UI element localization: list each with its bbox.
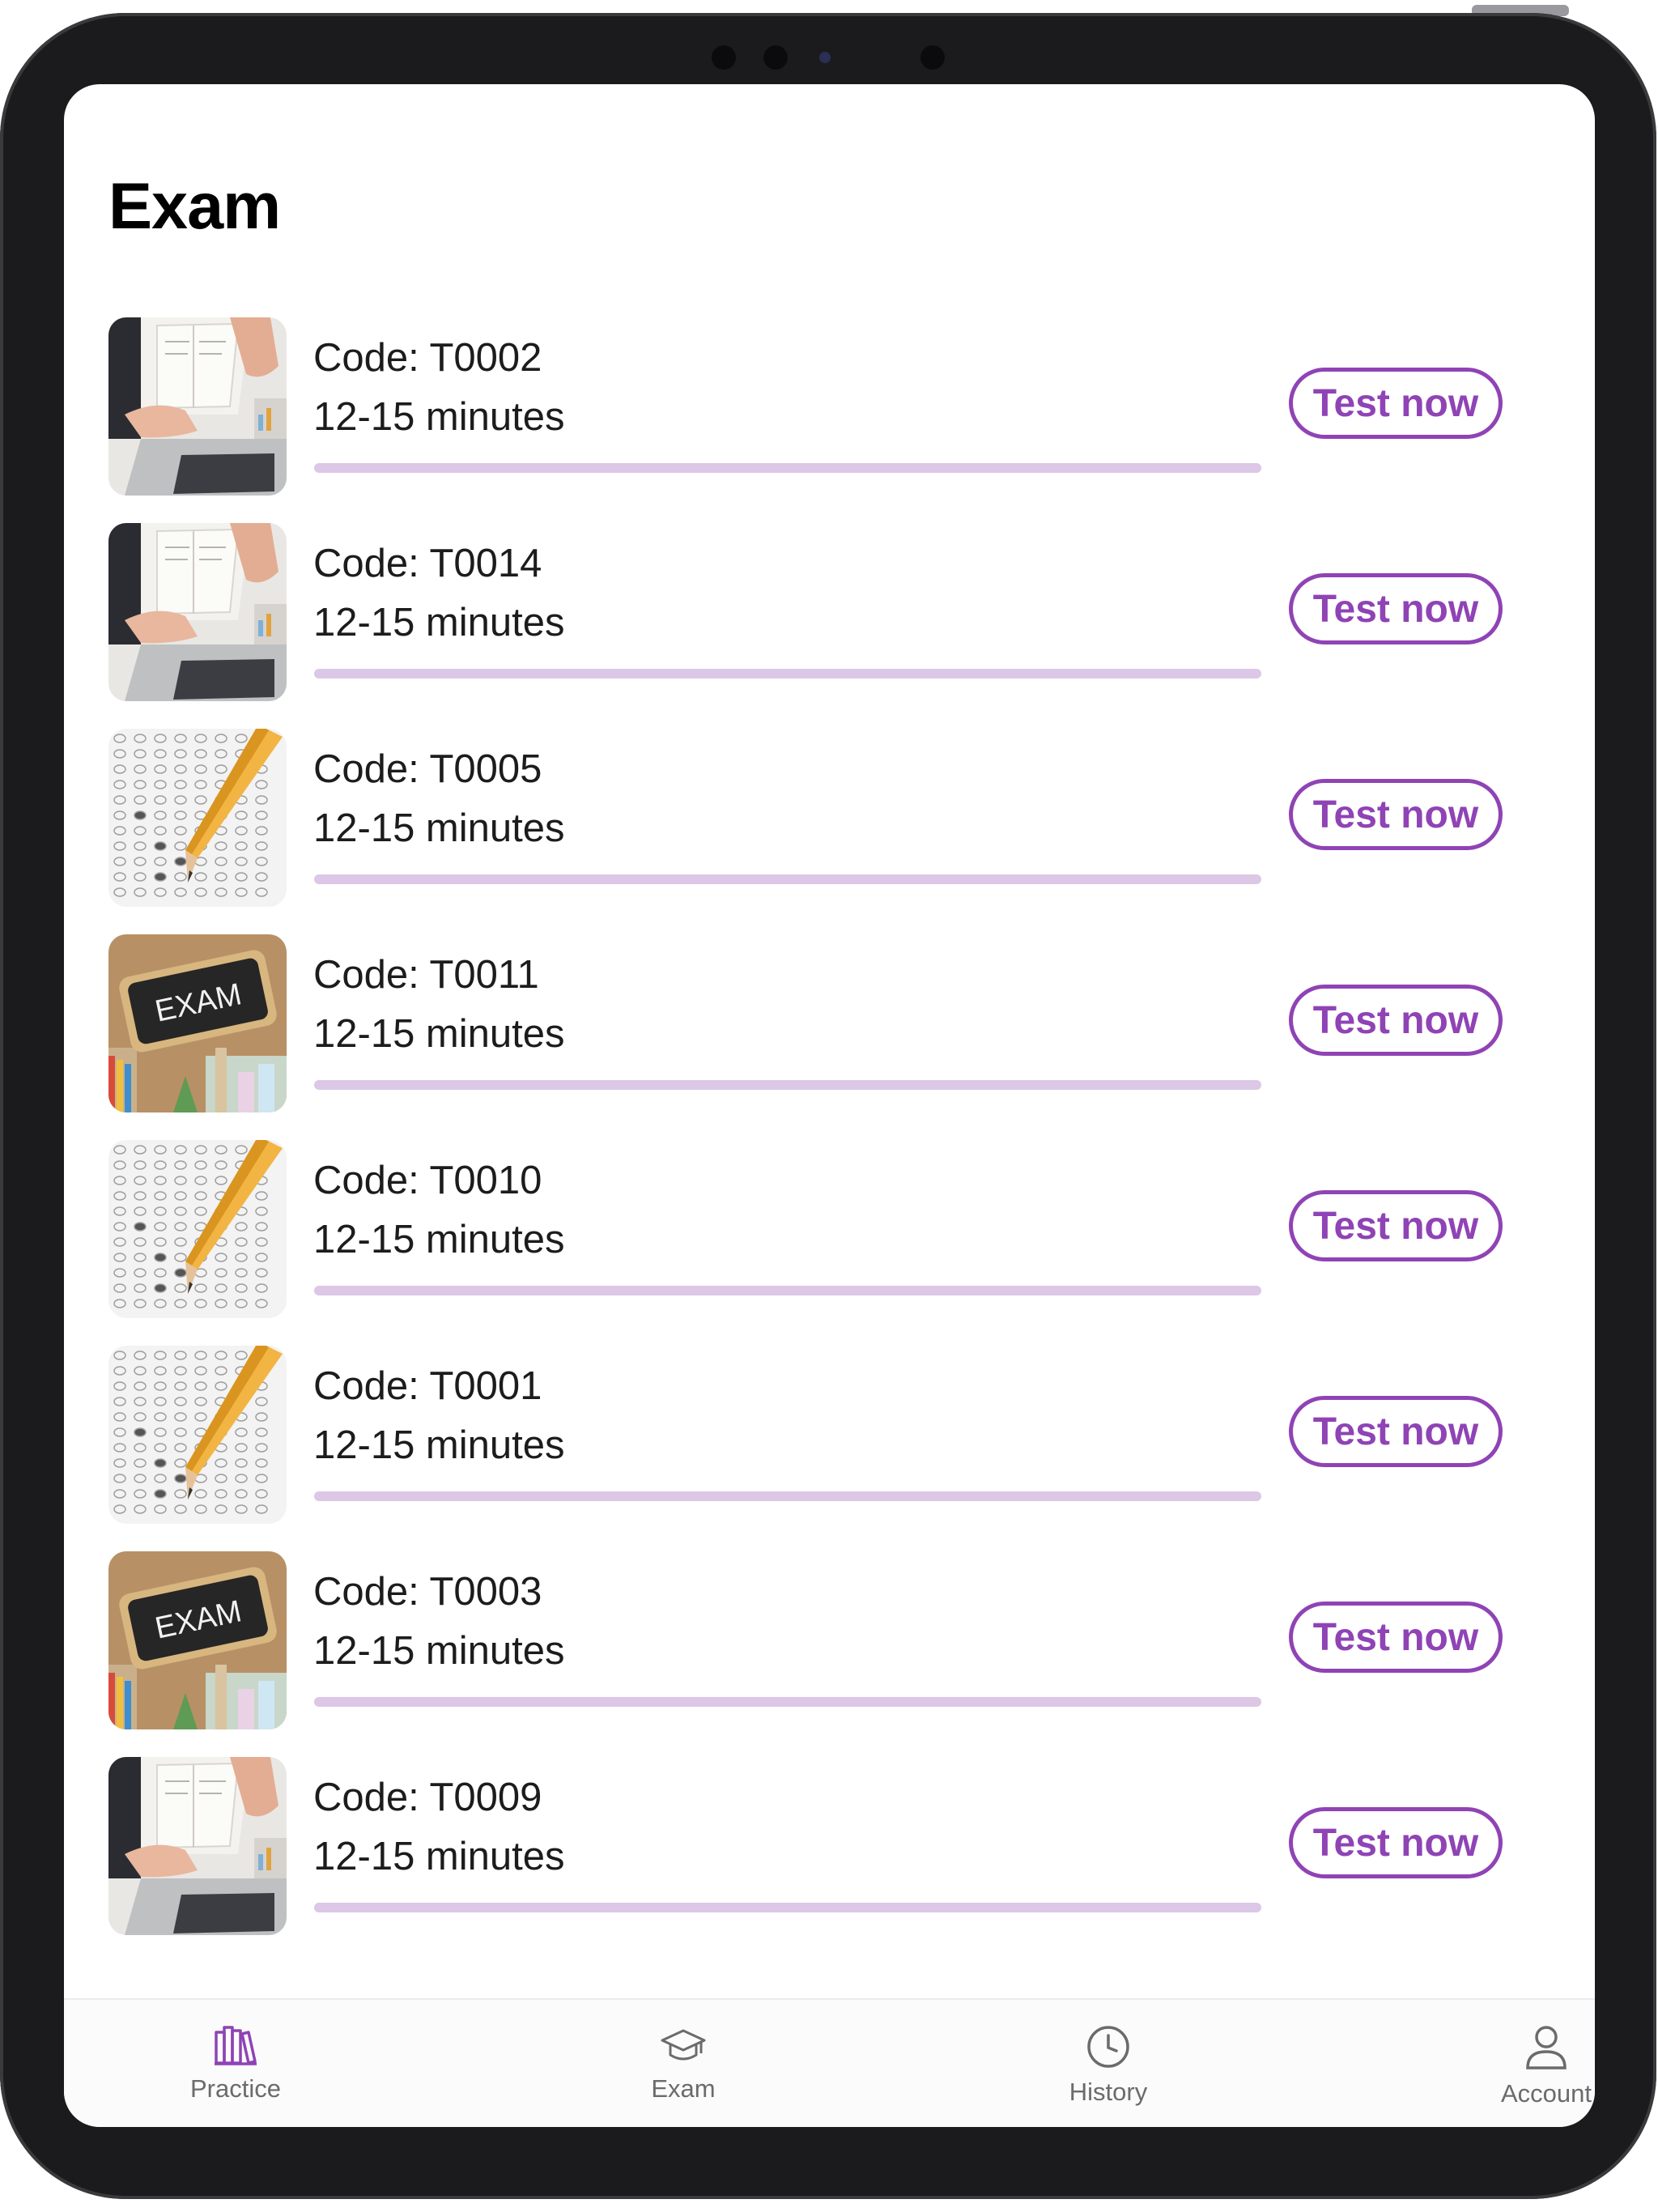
exam-progress-bar <box>314 874 1261 884</box>
exam-progress-bar <box>314 1491 1261 1501</box>
tab-label: Practice <box>190 2074 281 2103</box>
exam-duration: 12-15 minutes <box>313 1629 565 1673</box>
pencil-answer-sheet-photo <box>108 729 287 907</box>
test-now-button[interactable]: Test now <box>1289 1396 1503 1467</box>
person-icon <box>1526 2026 1567 2069</box>
exam-duration: 12-15 minutes <box>313 395 565 439</box>
exam-code: Code: T0009 <box>313 1776 542 1819</box>
camera-dot <box>763 45 788 70</box>
tab-label: History <box>1069 2078 1148 2106</box>
graduation-cap-icon <box>661 2029 706 2061</box>
exam-duration: 12-15 minutes <box>313 601 565 644</box>
exam-code: Code: T0002 <box>313 336 542 380</box>
exam-duration: 12-15 minutes <box>313 1012 565 1056</box>
test-now-button[interactable]: Test now <box>1289 573 1503 644</box>
tab-label: Account <box>1500 2079 1592 2108</box>
exam-progress-bar <box>314 1286 1261 1295</box>
exam-code: Code: T0001 <box>313 1364 542 1408</box>
tab-label: Exam <box>651 2074 716 2103</box>
camera-dot <box>920 45 945 70</box>
books-icon <box>215 2026 257 2065</box>
page-title: Exam <box>108 170 281 243</box>
pencil-answer-sheet-photo <box>108 1140 287 1318</box>
exam-chalkboard-sign-photo: EXAM <box>108 934 287 1112</box>
test-now-button[interactable]: Test now <box>1289 985 1503 1056</box>
exam-chalkboard-sign-photo: EXAM <box>108 1551 287 1729</box>
test-now-button[interactable]: Test now <box>1289 779 1503 850</box>
exam-duration: 12-15 minutes <box>313 1423 565 1467</box>
exam-code: Code: T0011 <box>313 953 539 997</box>
tab-practice[interactable]: Practice <box>114 2000 357 2127</box>
exam-progress-bar <box>314 1903 1261 1912</box>
tablet-device: Exam Code: T0002 12-15 minutes Test now Cod… <box>0 0 1658 2212</box>
exam-duration: 12-15 minutes <box>313 806 565 850</box>
exam-list-item[interactable]: Code: T0002 12-15 minutes Test now <box>64 317 1595 523</box>
tab-history[interactable]: History <box>987 2000 1230 2127</box>
camera-dot <box>712 45 736 70</box>
tab-account[interactable]: Account <box>1425 2000 1595 2127</box>
laptop-notebook-photo <box>108 1757 287 1935</box>
exam-list-item[interactable]: EXAM Code: T0003 12-15 minutes Test now <box>64 1551 1595 1757</box>
exam-progress-bar <box>314 1080 1261 1090</box>
exam-duration: 12-15 minutes <box>313 1835 565 1878</box>
exam-list-item[interactable]: Code: T0009 12-15 minutes Test now <box>64 1757 1595 1963</box>
laptop-notebook-photo <box>108 317 287 496</box>
exam-code: Code: T0010 <box>313 1159 542 1202</box>
test-now-button[interactable]: Test now <box>1289 1807 1503 1878</box>
exam-progress-bar <box>314 463 1261 473</box>
exam-code: Code: T0003 <box>313 1570 542 1614</box>
tab-exam[interactable]: Exam <box>562 2000 805 2127</box>
exam-progress-bar <box>314 1697 1261 1707</box>
exam-list-item[interactable]: Code: T0014 12-15 minutes Test now <box>64 523 1595 729</box>
test-now-button[interactable]: Test now <box>1289 368 1503 439</box>
exam-progress-bar <box>314 669 1261 678</box>
exam-code: Code: T0014 <box>313 542 542 585</box>
laptop-notebook-photo <box>108 523 287 701</box>
clock-icon <box>1087 2026 1129 2068</box>
tab-bar: Practice Exam History Account <box>64 1998 1595 2127</box>
pencil-answer-sheet-photo <box>108 1346 287 1524</box>
exam-code: Code: T0005 <box>313 747 542 791</box>
test-now-button[interactable]: Test now <box>1289 1602 1503 1673</box>
app-screen: Exam Code: T0002 12-15 minutes Test now Cod… <box>64 84 1595 2127</box>
exam-list-item[interactable]: Code: T0001 12-15 minutes Test now <box>64 1346 1595 1551</box>
camera-lens <box>819 52 831 63</box>
exam-duration: 12-15 minutes <box>313 1218 565 1261</box>
test-now-button[interactable]: Test now <box>1289 1190 1503 1261</box>
exam-list-item[interactable]: EXAM Code: T0011 12-15 minutes Test now <box>64 934 1595 1140</box>
exam-list-item[interactable]: Code: T0010 12-15 minutes Test now <box>64 1140 1595 1346</box>
exam-list-item[interactable]: Code: T0005 12-15 minutes Test now <box>64 729 1595 934</box>
